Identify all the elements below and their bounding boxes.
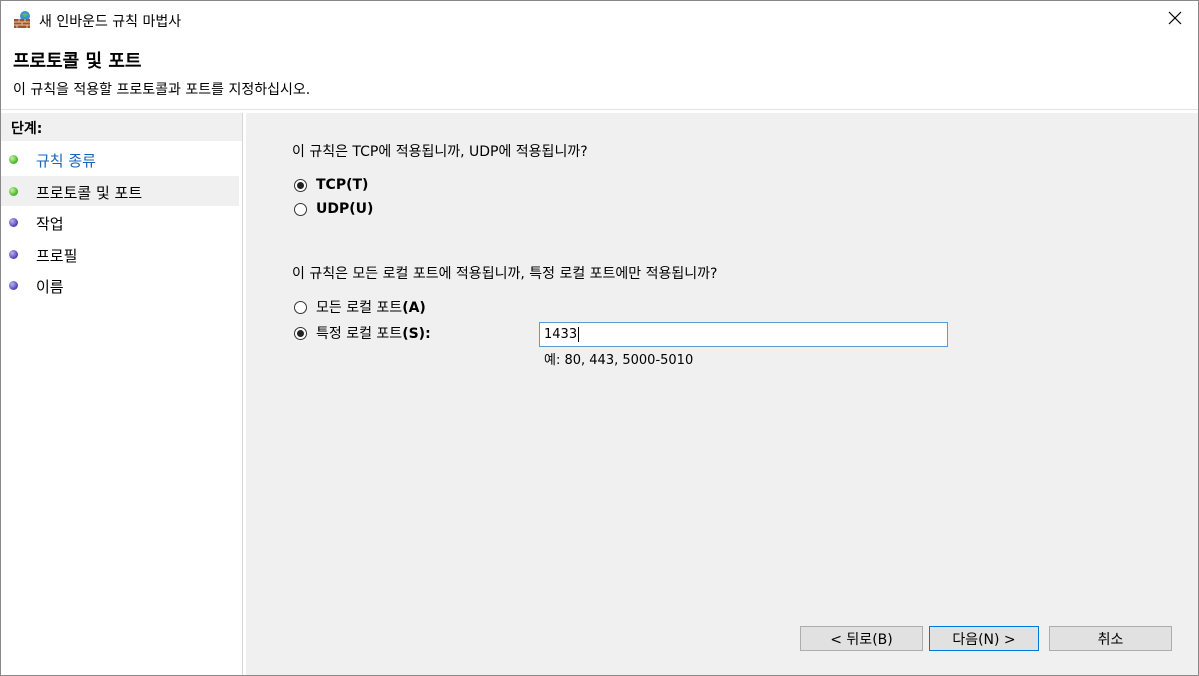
back-button[interactable]: < 뒤로(B) xyxy=(800,626,923,651)
all-ports-label-text: 모든 로컬 포트 xyxy=(316,300,403,316)
step-label: 이름 xyxy=(36,278,64,296)
all-ports-radio-option[interactable]: 모든 로컬 포트(A) xyxy=(294,297,426,317)
step-status-icon xyxy=(9,281,18,290)
all-ports-radio[interactable] xyxy=(294,300,307,314)
udp-label: UDP(U) xyxy=(316,201,374,217)
specific-ports-label: 특정 로컬 포트(S): xyxy=(316,323,431,343)
step-name: 이름 xyxy=(1,270,239,300)
steps-title: 단계: xyxy=(11,121,43,137)
step-rule-type[interactable]: 규칙 종류 xyxy=(1,144,239,174)
udp-radio-option[interactable]: UDP(U) xyxy=(294,199,373,219)
header-divider xyxy=(1,109,1198,110)
port-input-value: 1433 xyxy=(544,327,578,342)
content-pane: 이 규칙은 TCP에 적용됩니까, UDP에 적용됩니까? TCP(T) UDP… xyxy=(246,113,1198,675)
specific-ports-accesskey: (S): xyxy=(402,326,431,342)
tcp-label: TCP(T) xyxy=(316,177,369,193)
next-button[interactable]: 다음(N) > xyxy=(929,626,1039,651)
step-status-icon xyxy=(9,218,18,227)
all-ports-accesskey: (A) xyxy=(402,300,426,316)
wizard-window: 새 인바운드 규칙 마법사 프로토콜 및 포트 이 규칙을 적용할 프로토콜과 … xyxy=(0,0,1199,676)
tcp-radio-option[interactable]: TCP(T) xyxy=(294,175,368,195)
step-label: 규칙 종류 xyxy=(36,152,96,170)
step-status-icon xyxy=(9,187,18,196)
window-title: 새 인바운드 규칙 마법사 xyxy=(39,14,182,30)
firewall-wall-icon xyxy=(13,10,33,30)
protocol-question: 이 규칙은 TCP에 적용됩니까, UDP에 적용됩니까? xyxy=(292,144,588,160)
page-title: 프로토콜 및 포트 xyxy=(13,51,142,72)
specific-ports-label-text: 특정 로컬 포트 xyxy=(316,326,403,342)
text-cursor xyxy=(578,327,580,342)
close-icon xyxy=(1168,11,1182,29)
title-bar: 새 인바운드 규칙 마법사 xyxy=(1,1,1198,39)
port-example-hint: 예: 80, 443, 5000-5010 xyxy=(544,353,694,368)
ports-question: 이 규칙은 모든 로컬 포트에 적용됩니까, 특정 로컬 포트에만 적용됩니까? xyxy=(292,266,718,282)
steps-header: 단계: xyxy=(1,113,242,141)
step-action: 작업 xyxy=(1,207,239,237)
specific-ports-input[interactable]: 1433 xyxy=(539,322,948,347)
step-profile: 프로필 xyxy=(1,239,239,269)
all-ports-label: 모든 로컬 포트(A) xyxy=(316,297,426,317)
step-status-icon xyxy=(9,250,18,259)
step-label: 프로토콜 및 포트 xyxy=(36,184,143,202)
cancel-button[interactable]: 취소 xyxy=(1049,626,1172,651)
specific-ports-radio[interactable] xyxy=(294,326,307,340)
step-status-icon xyxy=(9,155,18,164)
step-label: 프로필 xyxy=(36,247,78,265)
steps-pane: 단계: 규칙 종류 프로토콜 및 포트 작업 프로필 이름 xyxy=(1,113,243,675)
close-button[interactable] xyxy=(1152,1,1198,39)
tcp-radio[interactable] xyxy=(294,178,307,192)
step-label: 작업 xyxy=(36,215,64,233)
page-description: 이 규칙을 적용할 프로토콜과 포트를 지정하십시오. xyxy=(13,82,311,98)
udp-radio[interactable] xyxy=(294,202,307,216)
step-protocol-and-ports[interactable]: 프로토콜 및 포트 xyxy=(1,176,239,206)
wizard-header: 프로토콜 및 포트 이 규칙을 적용할 프로토콜과 포트를 지정하십시오. xyxy=(1,39,1198,109)
specific-ports-radio-option[interactable]: 특정 로컬 포트(S): xyxy=(294,323,431,343)
